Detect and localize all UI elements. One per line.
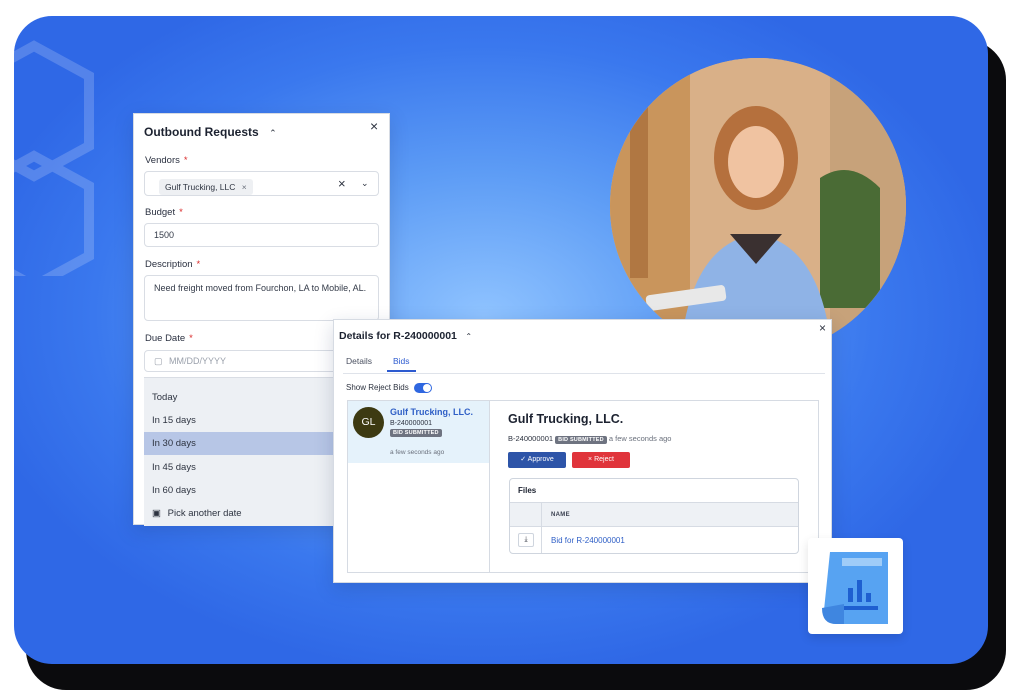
description-textarea[interactable]: Need freight moved from Fourchon, LA to … [144,275,379,321]
calendar-icon: ▢ [154,356,163,366]
due-date-placeholder: MM/DD/YYYY [169,356,227,366]
chevron-up-icon[interactable]: ⌃ [465,332,472,341]
description-label: Description * [145,259,201,270]
show-reject-label: Show Reject Bids [346,383,409,392]
bid-vendor-name[interactable]: Gulf Trucking, LLC. [390,407,473,417]
bid-list: GL Gulf Trucking, LLC. B-240000001 BID S… [347,400,489,573]
woman-photo [610,58,906,354]
vendors-select[interactable]: Gulf Trucking, LLC × × ⌄ [144,171,379,196]
pane-vendor-name: Gulf Trucking, LLC. [508,412,624,426]
chip-remove-icon[interactable]: × [242,182,247,192]
status-badge: BID SUBMITTED [555,436,607,444]
check-icon: ✓ [520,456,528,463]
status-badge: BID SUBMITTED [390,429,442,437]
approve-button[interactable]: ✓ Approve [508,452,566,468]
reject-button[interactable]: × Reject [572,452,630,468]
pane-time: a few seconds ago [608,434,672,443]
download-icon[interactable]: ⤓ [518,533,534,547]
file-link[interactable]: Bid for R-240000001 [551,536,625,545]
approve-label: Approve [527,456,554,463]
bid-list-item[interactable]: GL Gulf Trucking, LLC. B-240000001 BID S… [348,401,489,463]
outbound-header: Outbound Requests ⌃ [144,123,277,141]
close-icon[interactable]: × [819,321,826,335]
vendors-label: Vendors * [145,155,188,166]
vendor-chip: Gulf Trucking, LLC × [159,179,253,195]
report-icon [822,552,888,624]
budget-input[interactable]: 1500 [144,223,379,247]
show-reject-toggle[interactable] [414,383,432,393]
budget-label: Budget * [145,207,183,218]
option-pick-date-label: Pick another date [167,508,242,519]
chevron-down-icon[interactable]: ⌄ [361,178,369,189]
pane-meta: B-240000001 BID SUBMITTED a few seconds … [508,434,671,444]
files-table: Files NAME ⤓ Bid for R-240000001 [509,478,799,554]
tab-details[interactable]: Details [346,356,372,370]
pane-bid-id: B-240000001 [508,434,554,443]
calendar-icon: ▣ [152,508,161,519]
details-title: Details for R-240000001 [339,330,457,342]
hexagon-decoration [14,40,94,276]
bid-id: B-240000001 [390,420,433,427]
toggle-knob [423,384,431,392]
outbound-title: Outbound Requests [144,125,259,139]
close-icon[interactable]: × [370,118,378,134]
clear-icon[interactable]: × [338,176,346,191]
table-row: ⤓ Bid for R-240000001 [510,528,798,553]
report-icon-tile [808,538,903,634]
budget-value: 1500 [154,230,175,240]
avatar: GL [353,407,384,438]
files-header-row: NAME [510,502,798,528]
bid-detail-pane: Gulf Trucking, LLC. B-240000001 BID SUBM… [489,400,819,573]
bid-time: a few seconds ago [390,449,445,456]
woman-illustration [610,58,906,354]
vendor-chip-label: Gulf Trucking, LLC [165,182,236,192]
reject-label: Reject [594,456,614,463]
due-date-label: Due Date * [145,333,193,344]
files-title: Files [518,486,537,495]
details-header: Details for R-240000001 ⌃ [339,326,472,344]
description-value: Need freight moved from Fourchon, LA to … [154,283,367,293]
chevron-up-icon[interactable]: ⌃ [269,128,277,138]
details-tabs: Details Bids [343,356,825,374]
col-name-header: NAME [551,512,570,518]
tab-bids[interactable]: Bids [387,356,416,372]
details-panel: Details for R-240000001 ⌃ × Details Bids… [333,319,832,583]
